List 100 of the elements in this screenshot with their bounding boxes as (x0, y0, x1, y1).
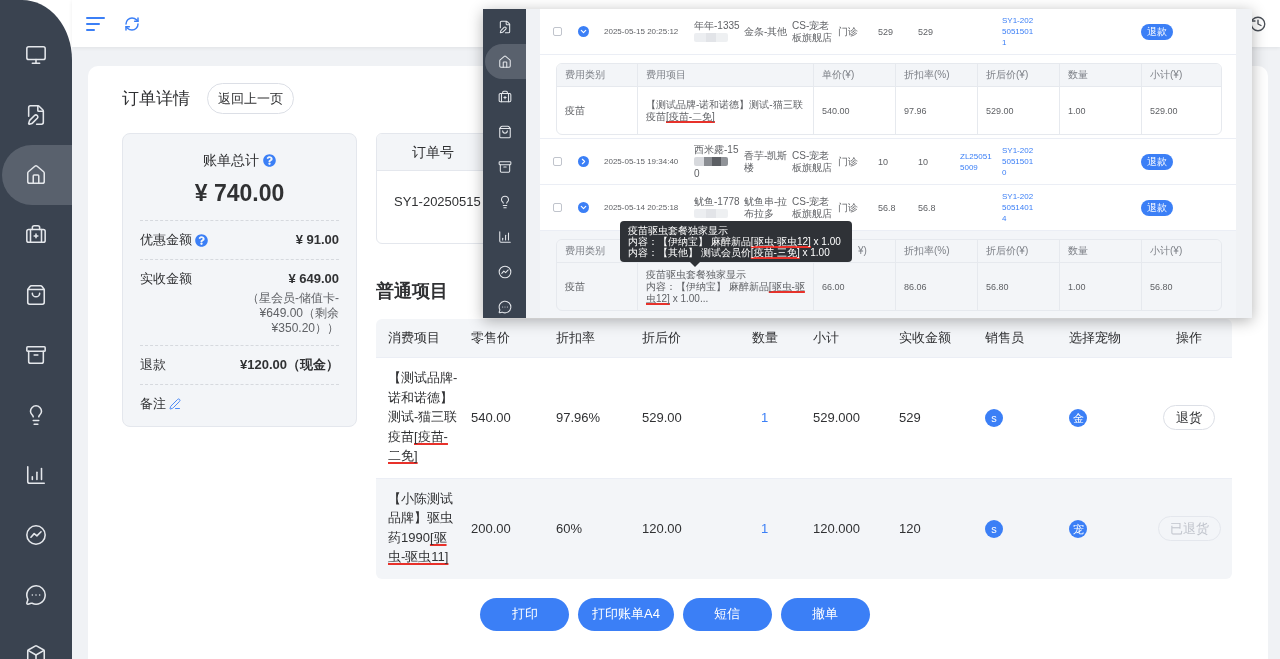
table-cell: 66.00 (822, 280, 845, 293)
chevron-right-icon[interactable] (578, 156, 589, 167)
bar-chart-icon (497, 229, 512, 244)
action-button[interactable]: 打印账单A4 (578, 597, 674, 631)
fee-item-text: 疫苗驱虫套餐独家显示 内容：【伊纳宝】 麻醉新品[驱虫-驱虫12] x 1.00... (646, 268, 805, 305)
visit-type-text: 门诊 (838, 155, 858, 168)
refresh-icon[interactable] (124, 15, 140, 32)
monitor-icon (25, 44, 47, 66)
chevron-down-icon[interactable] (578, 26, 589, 37)
table-cell: 56.8 (878, 201, 896, 214)
trend-chart-icon (25, 524, 47, 546)
checkbox[interactable] (553, 157, 562, 166)
column-header: 费用项目 (646, 69, 686, 81)
pencil-icon[interactable] (169, 398, 181, 410)
column-header: 实收金额 (899, 329, 951, 347)
table-cell: 120.00 (642, 519, 682, 538)
table-cell: 86.06 (904, 280, 927, 293)
visit-type-text: 门诊 (838, 201, 858, 214)
pet-text: 金条-其他 (744, 25, 788, 38)
order-number-link[interactable]: SY1-20250515010 (1002, 145, 1035, 178)
archive-icon (497, 159, 512, 174)
action-button[interactable]: 短信 (682, 597, 772, 631)
column-header: 小计(¥) (1150, 245, 1183, 257)
quantity-link[interactable]: 1 (760, 519, 769, 538)
bill-total: ¥ 740.00 (193, 179, 286, 207)
fee-item-text: 【测试品牌-诺和诺德】测试-猫三联疫苗[疫苗-二免] (646, 98, 804, 123)
bar-chart-icon (25, 464, 47, 486)
action-button[interactable]: 打印 (480, 597, 569, 631)
table-cell: 1.00 (1068, 280, 1086, 293)
column-header: 零售价 (471, 329, 510, 347)
summary-label: 退款 (140, 356, 166, 374)
tooltip-text: 内容：【其他】 测试会员价[疫苗-三免] x 1.00 (628, 247, 830, 258)
tooltip-title: 疫苗驱虫套餐独家显示 (628, 225, 728, 236)
chevron-down-icon[interactable] (578, 202, 589, 213)
refund-button[interactable]: 退款 (1141, 23, 1173, 40)
back-button[interactable]: 返回上一页 (207, 83, 294, 114)
table-cell: 529.00 (642, 408, 682, 427)
summary-value: ¥ 91.00 (295, 231, 339, 249)
salesperson-avatar: s (985, 408, 1003, 427)
tooltip-text: 内容：【伊纳宝】 麻醉新品[驱虫-驱虫12] x 1.00 (628, 236, 841, 247)
medical-kit-icon (497, 89, 512, 104)
linked-number-link[interactable]: ZL250515009 (960, 150, 993, 173)
order-number-link[interactable]: SY1-20250515011 (1002, 15, 1035, 48)
action-button[interactable]: 撤单 (780, 597, 870, 631)
table-cell: 529 (878, 25, 894, 38)
customer-text: 西米露-15 (694, 143, 739, 156)
store-text: CS-宠老板旗舰店 (792, 19, 833, 44)
archive-icon (25, 344, 47, 366)
menu-icon[interactable] (86, 16, 105, 31)
column-header: 折扣率(%) (904, 69, 950, 81)
history-icon[interactable] (1249, 14, 1267, 33)
column-header: 订单号 (412, 143, 454, 162)
section-title: 普通项目 (376, 280, 448, 302)
date-time-text: 2025-05-15 19:34:40 (604, 156, 679, 167)
table-cell: 529 (918, 25, 934, 38)
summary-label: 优惠金额 (140, 231, 192, 249)
table-cell: 56.80 (1150, 280, 1173, 293)
quantity-link[interactable]: 1 (760, 408, 769, 427)
column-header: 操作 (1176, 329, 1202, 347)
column-header: 折后价(¥) (986, 245, 1029, 257)
table-cell: 529.00 (986, 104, 1014, 117)
panel-title: 账单总计 (203, 151, 259, 170)
order-number: SY1-20250515 (394, 194, 481, 209)
visit-type-text: 门诊 (838, 25, 858, 38)
table-cell: 疫苗 (565, 280, 585, 293)
shopping-bag-icon (497, 124, 512, 139)
column-header: 数量 (751, 329, 778, 347)
help-icon[interactable] (263, 153, 276, 167)
column-header: 费用类别 (565, 245, 605, 257)
home-icon (25, 164, 47, 186)
summary-label: 备注 (140, 395, 166, 413)
table-cell: 56.80 (986, 280, 1009, 293)
pet-text: 鱿鱼串-拉布拉多 (744, 195, 789, 220)
help-icon[interactable] (195, 233, 208, 247)
column-header: 费用类别 (565, 69, 605, 81)
table-cell: 540.00 (822, 104, 850, 117)
column-header: 单价(¥) (822, 69, 855, 81)
order-number-link[interactable]: SY1-20250514014 (1002, 191, 1035, 224)
checkbox[interactable] (553, 203, 562, 212)
checkbox[interactable] (553, 27, 562, 36)
table-cell: 540.00 (471, 408, 511, 427)
table-cell: 1.00 (1068, 104, 1086, 117)
column-header: 小计 (813, 329, 839, 347)
document-edit-icon (497, 19, 512, 34)
store-text: CS-宠老板旗舰店 (792, 195, 833, 220)
nav-item[interactable] (2, 145, 72, 205)
customer-text: 年年-1335 (694, 19, 740, 32)
item-name-text: 【小陈测试品牌】驱虫药1990[驱虫-驱虫11] (387, 489, 454, 566)
nav-item[interactable] (485, 44, 526, 79)
return-button[interactable]: 退货 (1163, 405, 1215, 431)
chat-icon (497, 299, 512, 314)
column-header: 折扣率(%) (904, 245, 950, 257)
table-cell: 200.00 (471, 519, 511, 538)
refund-button[interactable]: 退款 (1141, 153, 1173, 170)
table-cell: 529.00 (1150, 104, 1178, 117)
chat-icon (25, 584, 47, 606)
refund-button[interactable]: 退款 (1141, 199, 1173, 216)
table-cell: 120.000 (813, 519, 860, 538)
table-cell: 529.000 (813, 408, 860, 427)
date-time-text: 2025-05-15 20:25:12 (604, 26, 679, 37)
